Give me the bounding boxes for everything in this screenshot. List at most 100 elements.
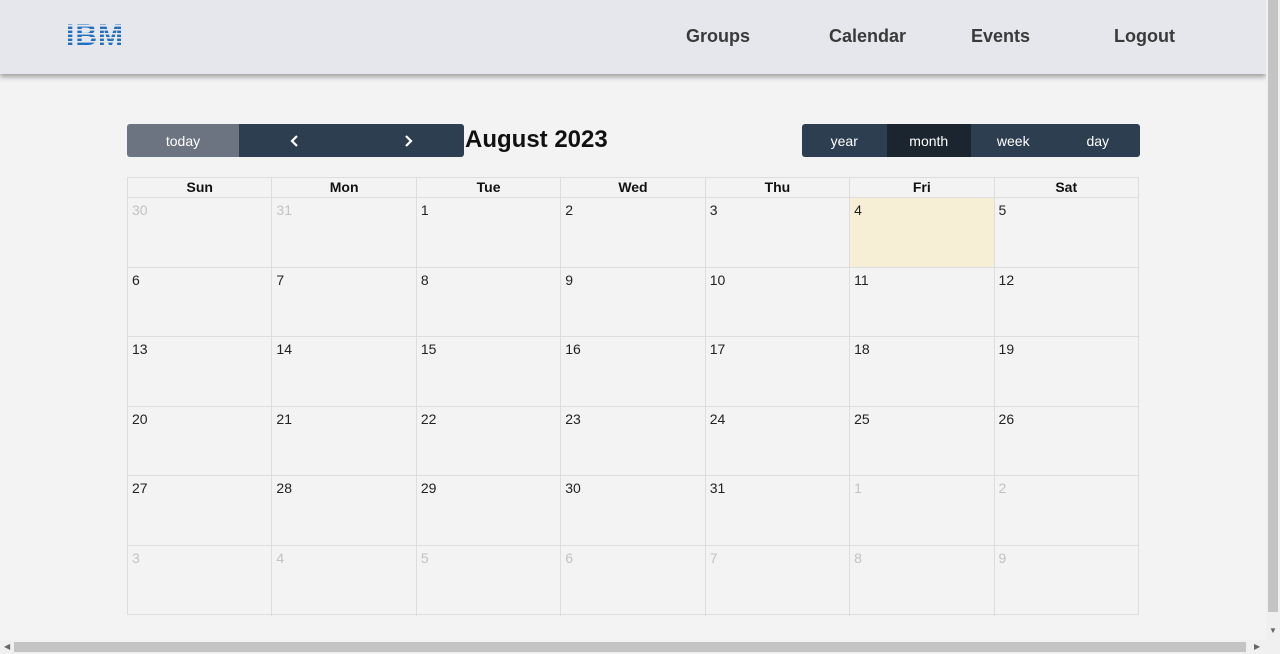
day-number: 5 xyxy=(998,202,1007,218)
day-number: 18 xyxy=(854,341,870,358)
week-row: 3 4 5 6 7 8 9 xyxy=(128,545,1138,616)
nav-logout-link[interactable]: Logout xyxy=(1114,26,1175,47)
chevron-left-icon xyxy=(290,134,299,147)
view-year-button[interactable]: year xyxy=(802,124,887,157)
day-number: 1 xyxy=(420,202,429,218)
day-number: 4 xyxy=(854,202,862,218)
view-switcher: year month week day xyxy=(802,124,1140,157)
day-number: 19 xyxy=(998,341,1015,358)
day-cell[interactable]: 25 xyxy=(850,406,995,476)
chevron-right-icon xyxy=(404,134,413,147)
view-month-button[interactable]: month xyxy=(886,124,971,157)
day-cell[interactable]: 8 xyxy=(850,545,995,616)
day-cell[interactable]: 6 xyxy=(128,267,273,337)
day-cell[interactable]: 20 xyxy=(128,406,273,476)
day-cell[interactable]: 6 xyxy=(561,545,706,616)
today-button[interactable]: today xyxy=(127,124,239,157)
week-row: 13 14 15 16 17 18 19 xyxy=(128,337,1138,407)
scroll-right-icon[interactable]: ▶ xyxy=(1254,642,1260,651)
day-cell[interactable]: 4 xyxy=(272,545,417,616)
horizontal-scrollbar[interactable]: ◀ ▶ xyxy=(0,640,1266,654)
day-number: 11 xyxy=(854,271,869,288)
day-number: 7 xyxy=(709,549,718,566)
day-cell[interactable]: 12 xyxy=(995,268,1138,337)
day-cell[interactable]: 1 xyxy=(850,476,995,545)
day-cell[interactable]: 23 xyxy=(561,406,706,476)
scroll-down-icon[interactable]: ▼ xyxy=(1269,626,1277,635)
day-cell[interactable]: 15 xyxy=(417,337,562,406)
day-cell[interactable]: 14 xyxy=(272,337,417,406)
day-cell[interactable]: 11 xyxy=(850,267,995,337)
day-cell[interactable]: 31 xyxy=(272,198,417,267)
horizontal-scroll-thumb[interactable] xyxy=(14,642,1246,652)
calendar-nav-toolbar: today xyxy=(127,124,464,157)
day-cell[interactable]: 31 xyxy=(706,476,851,545)
day-cell[interactable]: 13 xyxy=(128,337,273,406)
month-grid: Sun Mon Tue Wed Thu Fri Sat 30 31 1 2 3 4 5 6 7 8… xyxy=(127,177,1139,616)
day-number: 30 xyxy=(565,480,581,497)
day-number: 26 xyxy=(998,410,1015,427)
day-cell[interactable]: 26 xyxy=(995,407,1138,476)
day-number: 6 xyxy=(565,549,574,566)
day-cell[interactable]: 16 xyxy=(561,337,706,406)
day-number: 25 xyxy=(854,410,870,427)
day-cell[interactable]: 22 xyxy=(417,406,562,476)
day-number: 2 xyxy=(565,202,574,218)
prev-month-button[interactable] xyxy=(239,124,352,157)
day-cell[interactable]: 8 xyxy=(417,267,562,337)
weekday-header: Tue xyxy=(417,178,562,197)
day-cell[interactable]: 5 xyxy=(417,545,562,616)
day-cell[interactable]: 17 xyxy=(706,337,851,406)
day-cell[interactable]: 3 xyxy=(706,198,851,267)
day-number: 24 xyxy=(709,410,726,427)
calendar-title: August 2023 xyxy=(465,126,608,153)
day-cell[interactable]: 1 xyxy=(417,198,562,267)
day-number: 4 xyxy=(276,549,285,566)
next-month-button[interactable] xyxy=(351,124,464,157)
day-number: 8 xyxy=(420,271,429,288)
view-week-button[interactable]: week xyxy=(971,124,1056,157)
day-cell[interactable]: 30 xyxy=(128,198,273,267)
day-cell[interactable]: 29 xyxy=(417,476,562,545)
day-cell[interactable]: 3 xyxy=(128,545,273,616)
day-cell[interactable]: 9 xyxy=(995,546,1138,616)
ibm-logo[interactable]: IBM xyxy=(66,19,134,49)
vertical-scroll-thumb[interactable] xyxy=(1268,0,1278,612)
day-number: 9 xyxy=(565,271,574,288)
nav-calendar-link[interactable]: Calendar xyxy=(829,26,906,47)
day-cell[interactable]: 5 xyxy=(995,198,1138,267)
day-number: 16 xyxy=(565,341,581,358)
day-cell[interactable]: 18 xyxy=(850,337,995,406)
day-number: 3 xyxy=(132,549,140,566)
day-number: 10 xyxy=(709,271,726,288)
day-number: 30 xyxy=(132,202,148,218)
day-cell[interactable]: 2 xyxy=(995,476,1138,545)
day-number: 12 xyxy=(998,271,1015,288)
weekday-header: Wed xyxy=(561,178,706,197)
day-cell[interactable]: 10 xyxy=(706,267,851,337)
day-cell[interactable]: 27 xyxy=(128,476,273,545)
day-number: 5 xyxy=(420,549,429,566)
day-cell[interactable]: 24 xyxy=(706,406,851,476)
day-cell[interactable]: 19 xyxy=(995,337,1138,406)
scroll-left-icon[interactable]: ◀ xyxy=(4,642,10,651)
day-cell[interactable]: 7 xyxy=(706,545,851,616)
weekday-header: Mon xyxy=(272,178,417,197)
day-cell[interactable]: 30 xyxy=(561,476,706,545)
day-cell[interactable]: 9 xyxy=(561,267,706,337)
weekday-header-row: Sun Mon Tue Wed Thu Fri Sat xyxy=(128,178,1138,198)
day-cell[interactable]: 7 xyxy=(272,267,417,337)
nav-events-link[interactable]: Events xyxy=(971,26,1030,47)
nav-groups-link[interactable]: Groups xyxy=(686,26,750,47)
view-day-button[interactable]: day xyxy=(1056,124,1141,157)
day-cell[interactable]: 2 xyxy=(561,198,706,267)
week-row: 6 7 8 9 10 11 12 xyxy=(128,267,1138,338)
vertical-scrollbar[interactable]: ▼ xyxy=(1266,0,1280,654)
day-cell[interactable]: 28 xyxy=(272,476,417,545)
day-cell-today[interactable]: 4 xyxy=(850,198,995,267)
day-number: 31 xyxy=(709,480,726,497)
day-cell[interactable]: 21 xyxy=(272,406,417,476)
day-number: 3 xyxy=(709,202,718,218)
day-number: 6 xyxy=(132,271,140,288)
day-number: 29 xyxy=(420,480,437,497)
